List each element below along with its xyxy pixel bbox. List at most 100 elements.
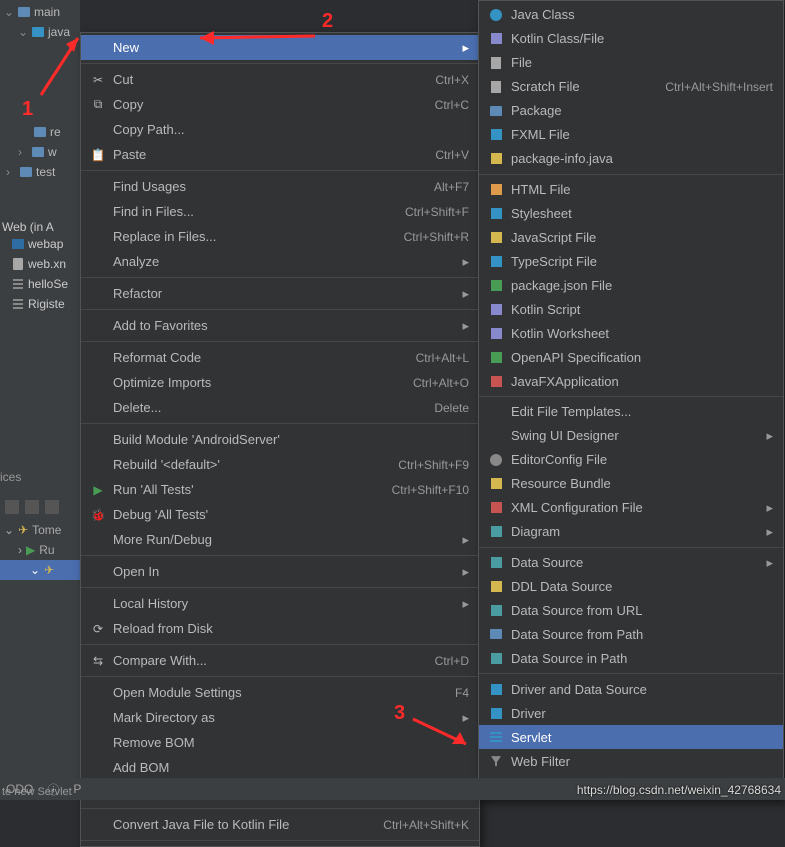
menu-item[interactable]: JavaScript File <box>479 225 783 249</box>
menu-label: DDL Data Source <box>511 579 773 594</box>
menu-item[interactable]: 📋PasteCtrl+V <box>81 142 479 167</box>
menu-item[interactable]: Java Class <box>479 3 783 27</box>
tree-item[interactable]: ⌄ java <box>0 22 80 42</box>
tree-item[interactable]: Rigiste <box>0 294 68 314</box>
submenu-arrow-icon: ▸ <box>766 428 773 444</box>
menu-item[interactable]: Build Module 'AndroidServer' <box>81 427 479 452</box>
menu-item[interactable]: Resource Bundle <box>479 472 783 496</box>
tree-item[interactable]: web.xn <box>0 254 68 274</box>
status-p[interactable]: P <box>73 782 81 796</box>
tree-item[interactable]: › test <box>0 162 80 182</box>
menu-shortcut: Ctrl+V <box>435 148 469 162</box>
menu-label: Driver and Data Source <box>511 682 773 697</box>
tree-item[interactable]: helloSe <box>0 274 68 294</box>
tb-icon[interactable] <box>45 500 59 514</box>
menu-item[interactable]: EditorConfig File <box>479 448 783 472</box>
menu-item[interactable]: ⟳Reload from Disk <box>81 616 479 641</box>
menu-item[interactable]: Data Source from URL <box>479 599 783 623</box>
menu-item[interactable]: Diagram▸ <box>479 520 783 544</box>
project-tree[interactable]: ⌄ main ⌄ java re › w › test <box>0 0 80 800</box>
menu-item[interactable]: Servlet <box>479 725 783 749</box>
menu-item[interactable]: New▸ <box>81 35 479 60</box>
submenu-arrow-icon: ▸ <box>766 500 773 516</box>
expand-icon: › <box>18 145 28 159</box>
menu-item[interactable]: Mark Directory as▸ <box>81 705 479 730</box>
menu-item[interactable]: ✂CutCtrl+X <box>81 67 479 92</box>
menu-item[interactable]: More Run/Debug▸ <box>81 527 479 552</box>
menu-item[interactable]: Find in Files...Ctrl+Shift+F <box>81 199 479 224</box>
menu-item[interactable]: Add BOM <box>81 755 479 780</box>
menu-label: Web Filter <box>511 754 773 769</box>
menu-item[interactable]: Add to Favorites▸ <box>81 313 479 338</box>
menu-item[interactable]: Kotlin Class/File <box>479 27 783 51</box>
menu-item[interactable]: Local History▸ <box>81 591 479 616</box>
menu-item[interactable]: XML Configuration File▸ <box>479 496 783 520</box>
menu-item[interactable]: Web Filter <box>479 749 783 773</box>
menu-item[interactable]: Open In▸ <box>81 559 479 584</box>
menu-item[interactable]: package-info.java <box>479 147 783 171</box>
expand-icon: ⌄ <box>30 563 40 577</box>
menu-item[interactable]: ▶Run 'All Tests'Ctrl+Shift+F10 <box>81 477 479 502</box>
tb-icon[interactable] <box>5 500 19 514</box>
menu-item[interactable]: package.json File <box>479 273 783 297</box>
green-icon <box>487 280 505 291</box>
menu-item[interactable]: Edit File Templates... <box>479 400 783 424</box>
tree-item[interactable]: ⌄ main <box>0 2 80 22</box>
service-item[interactable]: ⌄✈ <box>0 560 80 580</box>
new-submenu[interactable]: Java ClassKotlin Class/FileFileScratch F… <box>478 0 784 800</box>
menu-item[interactable]: TypeScript File <box>479 249 783 273</box>
tb-icon[interactable] <box>25 500 39 514</box>
menu-item[interactable]: Refactor▸ <box>81 281 479 306</box>
menu-label: TypeScript File <box>511 254 773 269</box>
service-item[interactable]: ⌄✈Tome <box>0 520 80 540</box>
menu-item[interactable]: Driver <box>479 701 783 725</box>
menu-label: Resource Bundle <box>511 476 773 491</box>
menu-item[interactable]: ⇆Compare With...Ctrl+D <box>81 648 479 673</box>
teal-icon <box>487 653 505 664</box>
menu-item[interactable]: Data Source from Path <box>479 622 783 646</box>
menu-label: Open In <box>113 564 454 579</box>
menu-item[interactable]: Swing UI Designer▸ <box>479 424 783 448</box>
context-menu[interactable]: New▸ ✂CutCtrl+X⧉CopyCtrl+CCopy Path...📋Pa… <box>80 32 480 847</box>
menu-item[interactable]: Optimize ImportsCtrl+Alt+O <box>81 370 479 395</box>
service-item[interactable]: ›▶Ru <box>0 540 80 560</box>
menu-label: Package <box>511 103 773 118</box>
menu-item[interactable]: HTML File <box>479 178 783 202</box>
menu-item[interactable]: Delete...Delete <box>81 395 479 420</box>
menu-item[interactable]: Kotlin Script <box>479 297 783 321</box>
menu-item[interactable]: Reformat CodeCtrl+Alt+L <box>81 345 479 370</box>
expand-icon: ⌄ <box>4 5 14 19</box>
menu-item[interactable]: Package <box>479 99 783 123</box>
menu-item[interactable]: Replace in Files...Ctrl+Shift+R <box>81 224 479 249</box>
menu-label: Servlet <box>511 730 773 745</box>
menu-item[interactable]: Data Source in Path <box>479 646 783 670</box>
menu-item[interactable]: Kotlin Worksheet <box>479 321 783 345</box>
menu-item[interactable]: FXML File <box>479 123 783 147</box>
folder-icon <box>31 25 45 39</box>
menu-item[interactable]: File <box>479 51 783 75</box>
menu-item[interactable]: JavaFXApplication <box>479 369 783 393</box>
menu-item[interactable]: Find UsagesAlt+F7 <box>81 174 479 199</box>
menu-item[interactable]: Driver and Data Source <box>479 677 783 701</box>
menu-item[interactable]: Convert Java File to Kotlin FileCtrl+Alt… <box>81 812 479 837</box>
menu-item[interactable]: Copy Path... <box>81 117 479 142</box>
tree-item[interactable]: webap <box>0 234 68 254</box>
web-section: Web (in A webap web.xn helloSe Rigiste <box>0 220 68 314</box>
menu-item[interactable]: Remove BOM <box>81 730 479 755</box>
menu-item[interactable]: Data Source▸ <box>479 551 783 575</box>
blue-icon <box>487 256 505 267</box>
circle-icon <box>487 9 505 21</box>
menu-item[interactable]: Open Module SettingsF4 <box>81 680 479 705</box>
menu-item[interactable]: ⧉CopyCtrl+C <box>81 92 479 117</box>
menu-item[interactable]: DDL Data Source <box>479 575 783 599</box>
folder-icon <box>31 145 45 159</box>
tree-item[interactable]: re <box>0 122 80 142</box>
file-icon <box>487 81 505 93</box>
menu-item[interactable]: Stylesheet <box>479 202 783 226</box>
menu-item[interactable]: Scratch FileCtrl+Alt+Shift+Insert <box>479 75 783 99</box>
menu-item[interactable]: OpenAPI Specification <box>479 345 783 369</box>
menu-item[interactable]: 🐞Debug 'All Tests' <box>81 502 479 527</box>
menu-item[interactable]: Analyze▸ <box>81 249 479 274</box>
menu-item[interactable]: Rebuild '<default>'Ctrl+Shift+F9 <box>81 452 479 477</box>
tree-item[interactable]: › w <box>0 142 80 162</box>
